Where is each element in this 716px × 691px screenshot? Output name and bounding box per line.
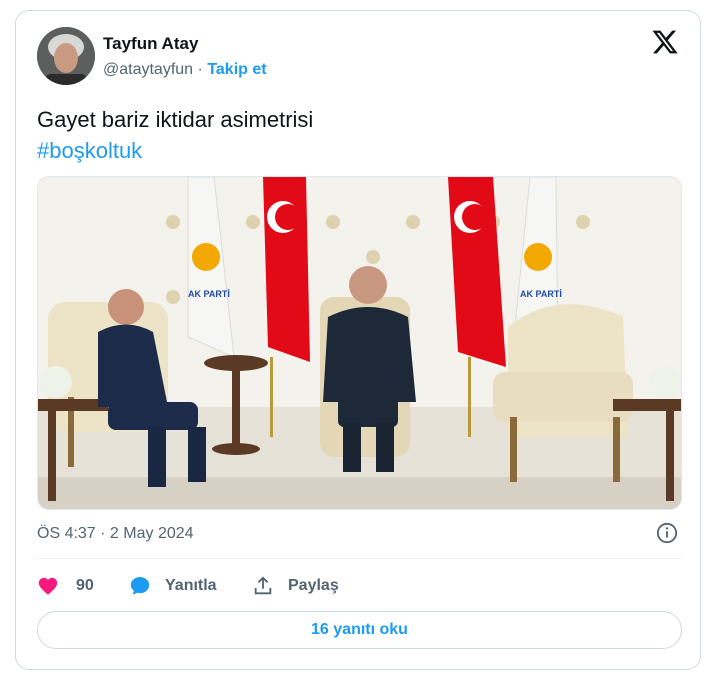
tweet-text: Gayet bariz iktidar asimetrisi #boşkoltu… — [37, 104, 313, 166]
action-bar: 90 Yanıtla Paylaş — [37, 572, 339, 600]
avatar[interactable] — [37, 27, 95, 85]
share-label: Paylaş — [288, 577, 339, 594]
flag-text-right: AK PARTİ — [520, 289, 562, 299]
speech-bubble-icon — [130, 577, 150, 595]
avatar-image — [37, 27, 95, 85]
author-name[interactable]: Tayfun Atay — [103, 34, 198, 54]
hashtag-link[interactable]: #boşkoltuk — [37, 135, 313, 166]
tweet-photo[interactable]: AK PARTİ AK PARTİ — [37, 176, 682, 510]
info-icon[interactable] — [656, 522, 678, 544]
reply-label: Yanıtla — [165, 577, 217, 594]
separator-dot: · — [197, 61, 203, 78]
follow-button[interactable]: Takip et — [207, 61, 266, 78]
like-button[interactable]: 90 — [37, 575, 129, 597]
flag-text-left: AK PARTİ — [188, 289, 230, 299]
meeting-photo: AK PARTİ AK PARTİ — [38, 177, 681, 509]
x-logo-icon[interactable] — [651, 28, 679, 56]
reply-button[interactable]: Yanıtla — [129, 575, 252, 597]
share-button[interactable]: Paylaş — [252, 575, 339, 597]
author-handle-row: @ataytayfun · Takip et — [103, 61, 267, 79]
like-count: 90 — [76, 577, 94, 594]
heart-icon — [38, 577, 58, 595]
tweet-body: Gayet bariz iktidar asimetrisi — [37, 107, 314, 132]
author-handle[interactable]: @ataytayfun — [103, 61, 193, 78]
share-upload-icon — [254, 576, 272, 595]
divider — [37, 558, 682, 559]
tweet-timestamp[interactable]: ÖS 4:37 · 2 May 2024 — [37, 525, 194, 543]
read-replies-button[interactable]: 16 yanıtı oku — [37, 611, 682, 649]
